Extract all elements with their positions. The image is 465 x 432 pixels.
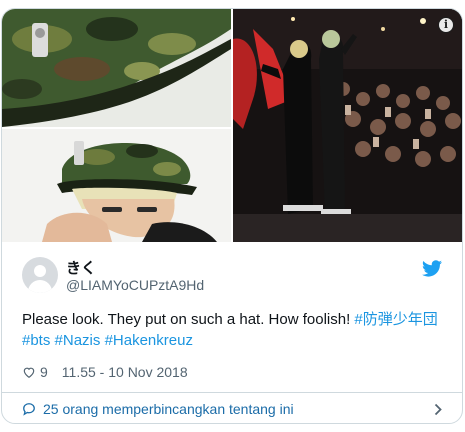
- photo-camo-cap: [2, 9, 231, 127]
- hashtag-link[interactable]: #bts: [22, 332, 50, 349]
- hashtag-link[interactable]: #Nazis: [55, 332, 101, 349]
- conversation-link[interactable]: 25 orang memperbincangkan tentang ini: [2, 393, 462, 423]
- hashtag-link[interactable]: #Hakenkreuz: [105, 332, 193, 349]
- tweet-text: Please look. They put on such a hat. How…: [22, 309, 447, 351]
- conversation-count-label: 25 orang memperbincangkan tentang ini: [43, 401, 294, 417]
- twitter-bird-icon[interactable]: [422, 260, 442, 277]
- tweet-photo-bottom-left[interactable]: [2, 129, 231, 242]
- chevron-right-icon: [434, 403, 442, 416]
- tweet-text-body: Please look. They put on such a hat. How…: [22, 311, 355, 328]
- avatar[interactable]: [22, 257, 58, 293]
- user-display-name[interactable]: きく: [66, 257, 96, 278]
- heart-icon[interactable]: [22, 365, 36, 379]
- photo-person-cap: [2, 129, 231, 242]
- user-handle[interactable]: @LIAMYoCUPztA9Hd: [66, 277, 204, 293]
- tweet-meta: 9 11.55 - 10 Nov 2018: [22, 363, 188, 381]
- tweet-media-grid: i: [2, 9, 462, 242]
- hashtag-link[interactable]: #防弾少年団: [354, 311, 437, 328]
- tweet-photo-right[interactable]: i: [233, 9, 462, 242]
- speech-bubble-icon: [23, 403, 35, 416]
- tweet-photo-top-left[interactable]: [2, 9, 231, 127]
- avatar-head-shape: [34, 265, 46, 277]
- tweet-timestamp[interactable]: 11.55 - 10 Nov 2018: [62, 364, 188, 380]
- tweet-header: きく @LIAMYoCUPztA9Hd: [2, 242, 462, 294]
- photo-concert-stage: [233, 9, 462, 242]
- info-icon[interactable]: i: [438, 17, 454, 33]
- avatar-body-shape: [28, 280, 52, 293]
- like-count[interactable]: 9: [40, 364, 48, 380]
- embedded-tweet-card: i きく @LIAMYoCUPztA9Hd Please look. They …: [1, 8, 463, 424]
